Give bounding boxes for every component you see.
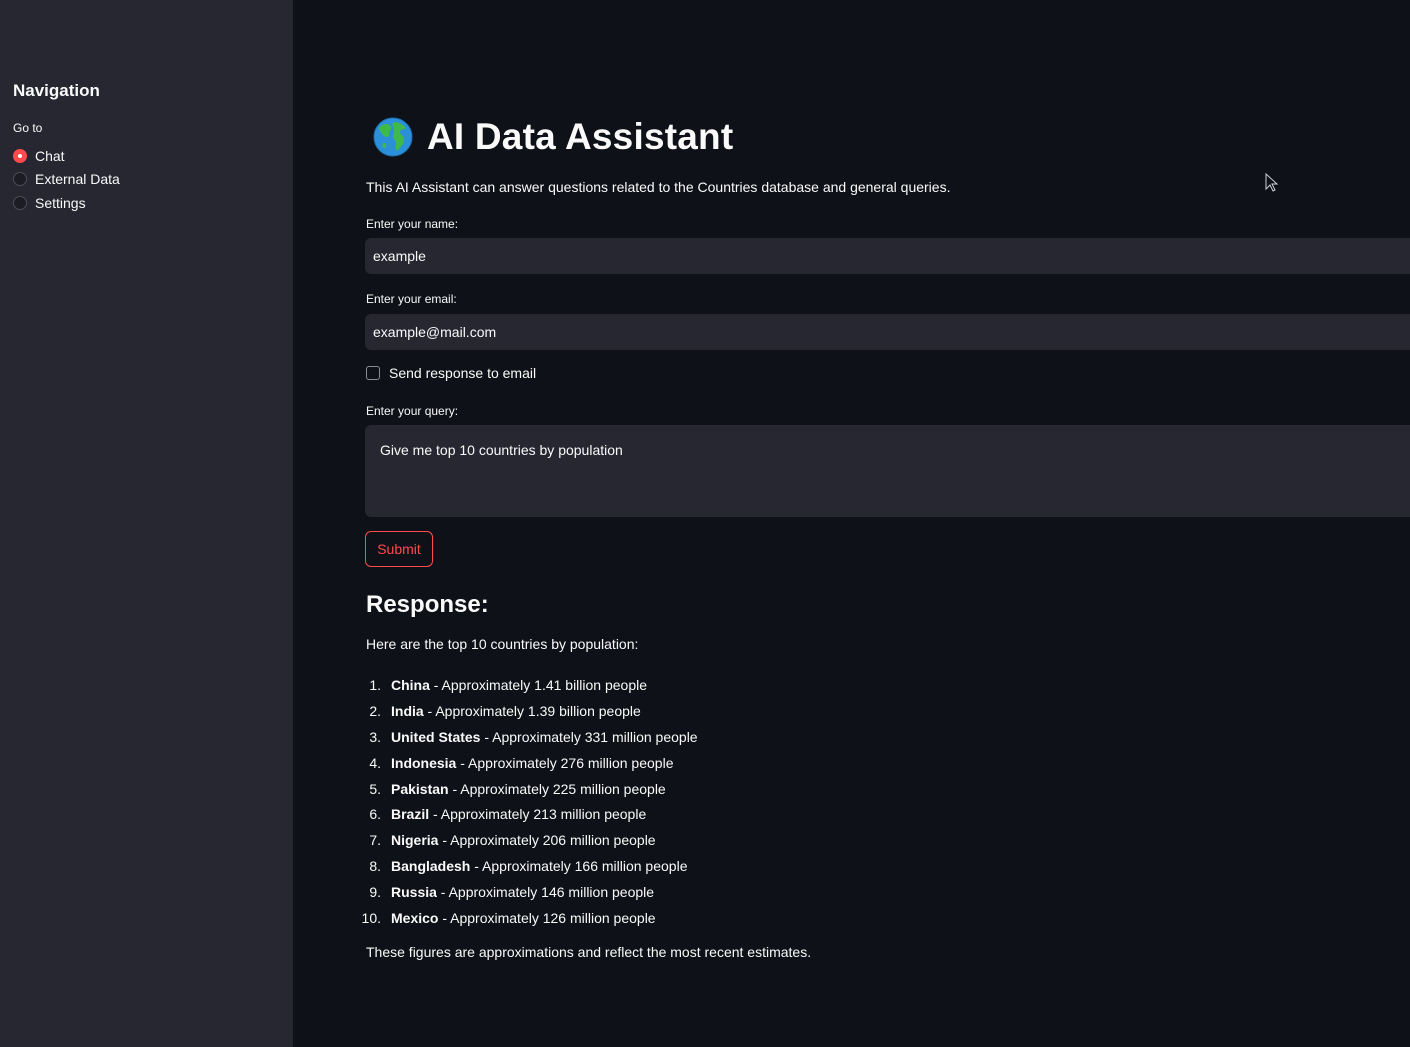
list-item-text: - Approximately 1.41 billion people — [429, 676, 648, 693]
list-item-number: 7. — [369, 832, 381, 849]
radio-option-label: Chat — [35, 147, 65, 164]
radio-option-label: External Data — [35, 171, 120, 188]
list-item-country: China — [391, 676, 430, 693]
list-item-country: United States — [391, 728, 481, 745]
list-item-number: 1. — [369, 676, 381, 693]
name-input[interactable] — [365, 238, 1410, 274]
main-content: AI Data Assistant This AI Assistant can … — [293, 0, 1410, 1047]
email-field-label: Enter your email: — [366, 292, 457, 306]
radio-option-label: Settings — [35, 194, 86, 211]
list-item-text: - Approximately 276 million people — [456, 754, 674, 771]
list-item-number: 8. — [369, 858, 381, 875]
list-item: 8. Bangladesh - Approximately 166 million… — [359, 853, 698, 879]
send-email-checkbox-row[interactable]: Send response to email — [366, 365, 536, 381]
radio-option-chat[interactable]: Chat — [13, 144, 120, 168]
list-item: 7. Nigeria - Approximately 206 million pe… — [359, 827, 698, 853]
list-item: 2. India - Approximately 1.39 billion peo… — [359, 698, 698, 724]
app-window: Navigation Go to Chat External Data Sett… — [0, 0, 1410, 1047]
radio-unselected-icon[interactable] — [13, 195, 27, 210]
list-item-country: India — [391, 702, 424, 719]
list-item-text: - Approximately 146 million people — [436, 884, 655, 901]
list-item: 6. Brazil - Approximately 213 million peo… — [359, 801, 698, 827]
list-item-country: Pakistan — [391, 780, 449, 797]
list-item-number: 5. — [369, 780, 381, 797]
list-item-text: - Approximately 1.39 billion people — [423, 702, 641, 719]
list-item: 4. Indonesia - Approximately 276 million … — [359, 750, 698, 776]
list-item-number: 3. — [369, 728, 381, 745]
list-item-text: - Approximately 331 million people — [480, 728, 698, 745]
query-textarea[interactable]: Give me top 10 countries by population — [365, 425, 1410, 517]
list-item: 3. United States - Approximately 331 mill… — [359, 724, 698, 750]
page-description: This AI Assistant can answer questions r… — [366, 179, 951, 195]
list-item: 5. Pakistan - Approximately 225 million p… — [359, 776, 698, 802]
response-list: 1. China - Approximately 1.41 billion peo… — [359, 672, 698, 931]
list-item-number: 4. — [369, 754, 381, 771]
sidebar: Navigation Go to Chat External Data Sett… — [0, 0, 293, 1047]
list-item-text: - Approximately 225 million people — [448, 780, 666, 797]
list-item-country: Indonesia — [391, 754, 457, 771]
email-input[interactable] — [365, 314, 1410, 350]
list-item-country: Brazil — [391, 806, 430, 823]
radio-option-external-data[interactable]: External Data — [13, 168, 120, 192]
name-field-label: Enter your name: — [366, 217, 459, 231]
list-item-country: Nigeria — [391, 832, 439, 849]
list-item-text: - Approximately 206 million people — [438, 832, 656, 849]
response-outro: These figures are approximations and ref… — [366, 944, 812, 960]
sidebar-title: Navigation — [13, 81, 100, 100]
response-intro: Here are the top 10 countries by populat… — [366, 636, 639, 652]
list-item: 1. China - Approximately 1.41 billion peo… — [359, 672, 698, 698]
navigation-radio-group: Chat External Data Settings — [13, 144, 120, 215]
list-item-country: Russia — [391, 884, 437, 901]
page-title: AI Data Assistant — [427, 116, 734, 157]
list-item-number: 10. — [361, 909, 381, 926]
response-heading: Response: — [366, 591, 489, 618]
radio-group-label: Go to — [13, 121, 43, 135]
send-email-checkbox[interactable] — [366, 366, 380, 380]
radio-selected-icon[interactable] — [13, 148, 27, 163]
list-item-number: 9. — [369, 884, 381, 901]
list-item-country: Bangladesh — [391, 858, 471, 875]
list-item: 9. Russia - Approximately 146 million peo… — [359, 879, 698, 905]
page-header: AI Data Assistant — [373, 116, 733, 158]
list-item-text: - Approximately 126 million people — [438, 909, 656, 926]
list-item-text: - Approximately 166 million people — [470, 858, 688, 875]
list-item-text: - Approximately 213 million people — [429, 806, 647, 823]
radio-unselected-icon[interactable] — [13, 172, 27, 187]
submit-button[interactable]: Submit — [365, 531, 433, 567]
list-item-number: 6. — [369, 806, 381, 823]
list-item-country: Mexico — [391, 909, 439, 926]
globe-icon — [373, 117, 413, 157]
send-email-checkbox-label: Send response to email — [389, 365, 537, 381]
list-item-number: 2. — [369, 702, 381, 719]
query-field-label: Enter your query: — [366, 404, 459, 418]
list-item: 10. Mexico - Approximately 126 million pe… — [359, 905, 698, 931]
radio-option-settings[interactable]: Settings — [13, 191, 120, 215]
mouse-cursor-icon — [1265, 173, 1279, 192]
